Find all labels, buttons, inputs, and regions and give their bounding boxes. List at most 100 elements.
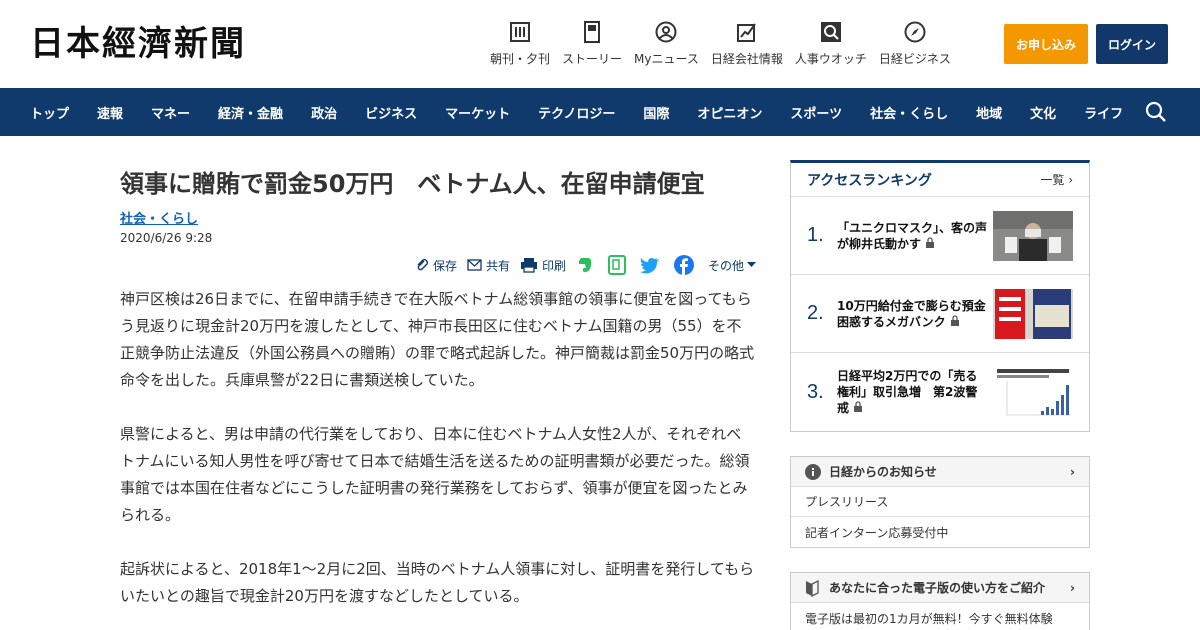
twitter-button[interactable] [639,257,664,274]
service-label: 日経会社情報 [710,52,783,66]
nav-item-opinion[interactable]: オピニオン [697,103,762,122]
document-icon [580,20,604,44]
ranking-number: 2. [807,302,824,324]
nav-item-money[interactable]: マネー [151,103,190,122]
share-label: 共有 [485,258,510,273]
more-share-button[interactable]: その他 [708,257,756,274]
service-label: 日経ビジネス [878,52,951,66]
info-icon [805,463,821,480]
login-button[interactable]: ログイン [1096,24,1168,64]
service-links: 朝刊・夕刊 ストーリー Myニュース 日経会社情報 人事ウオッチ 日経ビジネス [490,20,963,67]
nav-item-market[interactable]: マーケット [445,103,510,122]
nav-item-business[interactable]: ビジネス [365,103,417,122]
site-header: 日本經濟新聞 朝刊・夕刊 ストーリー Myニュース 日経会社情報 人事ウオッチ … [0,0,1200,88]
ranking-item[interactable]: 2. 10万円給付金で膨らむ預金 困惑するメガバンク [791,275,1089,353]
notice-header[interactable]: 日経からのお知らせ › [791,457,1089,487]
newspaper-icon [508,20,532,44]
service-label: ストーリー [562,52,623,66]
service-newspaper[interactable]: 朝刊・夕刊 [490,20,550,67]
book-icon [806,579,819,597]
nav-item-breaking[interactable]: 速報 [97,103,123,122]
service-story[interactable]: ストーリー [562,20,622,67]
printer-icon [520,258,537,273]
bookmark-button[interactable] [607,255,630,275]
article-toolbar: 保存 共有 印刷 その他 [417,254,756,276]
ranking-number: 3. [807,380,824,403]
article-paragraph: 県警によると、男は申請の代行業をしており、日本に住むベトナム人女性2人が、それぞ… [120,425,750,524]
nav-item-top[interactable]: トップ [30,103,69,122]
ranking-item[interactable]: 3. 日経平均2万円での「売る権利」取引急増 第2波警戒 [791,353,1089,431]
facebook-icon [673,255,694,275]
ranking-item[interactable]: 1. 「ユニクロマスク」、客の声が柳井氏動かす [791,197,1089,275]
ranking-headline: 「ユニクロマスク」、客の声が柳井氏動かす [837,220,988,251]
guide-box: あなたに合った電子版の使い方をご紹介 › 電子版は最初の1カ月が無料！今すぐ無料… [790,572,1090,630]
lock-icon [926,236,935,248]
user-icon [654,20,678,44]
article-date: 2020/6/26 9:28 [120,231,213,245]
service-company-info[interactable]: 日経会社情報 [711,20,783,67]
magnifier-icon [819,20,843,44]
ranking-thumbnail [993,367,1073,417]
nav-item-region[interactable]: 地域 [976,103,1002,122]
compass-icon [903,20,927,44]
ranking-thumbnail [993,288,1073,339]
caret-down-icon [747,262,756,267]
twitter-icon [639,257,659,273]
save-label: 保存 [432,258,457,273]
service-business[interactable]: 日経ビジネス [879,20,951,67]
article-title: 領事に贈賄で罰金50万円 ベトナム人、在留申請便宜 [120,170,705,198]
guide-header[interactable]: あなたに合った電子版の使い方をご紹介 › [791,573,1089,603]
nav-item-life[interactable]: ライフ [1084,103,1123,122]
save-button[interactable]: 保存 [415,257,457,274]
search-icon[interactable] [1144,100,1168,124]
service-label: 朝刊・夕刊 [490,52,551,66]
nikkei-notice-box: 日経からのお知らせ › プレスリリース 記者インターン応募受付中 [790,456,1090,548]
ranking-header: アクセスランキング 一覧 › [791,163,1089,197]
more-label: その他 [707,258,744,273]
access-ranking: アクセスランキング 一覧 › 1. 「ユニクロマスク」、客の声が柳井氏動かす 2… [790,160,1090,432]
chevron-right-icon: › [1070,464,1075,479]
service-personnel[interactable]: 人事ウオッチ [795,20,867,67]
ranking-headline: 10万円給付金で膨らむ預金 困惑するメガバンク [837,298,998,329]
nav-item-international[interactable]: 国際 [643,103,669,122]
print-button[interactable]: 印刷 [520,257,566,274]
guide-link[interactable]: 電子版は最初の1カ月が無料！今すぐ無料体験 [791,603,1089,630]
clip-icon [417,259,428,271]
ranking-thumbnail [993,210,1073,261]
nav-item-sports[interactable]: スポーツ [790,103,842,122]
facebook-button[interactable] [673,255,698,275]
ranking-more-label: 一覧 [1040,173,1065,187]
ranking-headline: 日経平均2万円での「売る権利」取引急増 第2波警戒 [837,369,978,415]
service-mynews[interactable]: Myニュース [634,20,699,67]
notice-link[interactable]: プレスリリース [791,487,1089,517]
evernote-icon [578,258,592,272]
service-label: Myニュース [634,52,699,66]
nav-item-culture[interactable]: 文化 [1030,103,1056,122]
article: 領事に贈賄で罰金50万円 ベトナム人、在留申請便宜 社会・くらし 2020/6/… [120,160,756,605]
print-label: 印刷 [541,258,566,273]
chart-icon [735,20,759,44]
article-body: 神戸区検は26日までに、在留申請手続きで在大阪ベトナム総領事館の領事に便宜を図っ… [120,286,756,630]
nav-item-politics[interactable]: 政治 [311,103,337,122]
chevron-right-icon: › [1070,580,1075,595]
site-logo[interactable]: 日本經濟新聞 [30,24,246,64]
nav-item-economy[interactable]: 経済・金融 [218,103,283,122]
service-label: 人事ウオッチ [794,52,867,66]
guide-title: あなたに合った電子版の使い方をご紹介 [829,581,1046,595]
lock-icon [854,401,863,412]
nav-item-technology[interactable]: テクノロジー [538,103,615,122]
apply-button[interactable]: お申し込み [1004,24,1088,64]
chevron-right-icon: › [1068,173,1073,187]
evernote-button[interactable] [576,256,598,274]
article-paragraph: 起訴状によると、2018年1～2月に2回、当時のベトナム人領事に対し、証明書を発… [120,560,755,605]
mail-icon [467,259,482,271]
notice-title: 日経からのお知らせ [829,465,937,479]
nav-item-society[interactable]: 社会・くらし [870,103,948,122]
ranking-number: 1. [807,224,824,246]
share-button[interactable]: 共有 [467,257,510,274]
notice-link[interactable]: 記者インターン応募受付中 [791,517,1089,547]
ranking-more-link[interactable]: 一覧 › [1040,171,1073,188]
article-category-link[interactable]: 社会・くらし [120,208,198,227]
main-nav: トップ 速報 マネー 経済・金融 政治 ビジネス マーケット テクノロジー 国際… [0,88,1200,136]
lock-icon [950,314,959,326]
